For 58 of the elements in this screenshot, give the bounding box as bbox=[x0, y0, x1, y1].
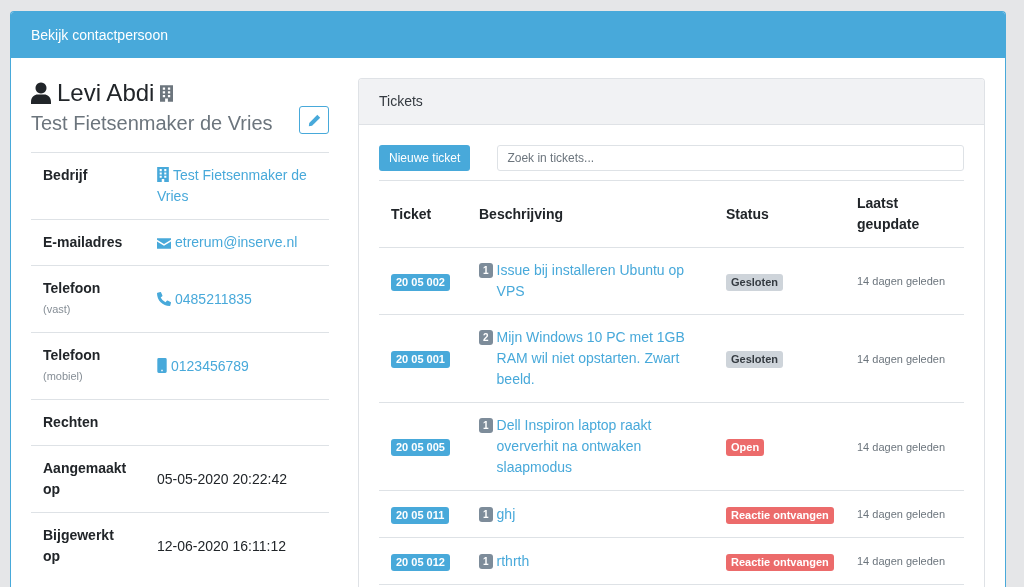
field-label: Telefoon bbox=[43, 279, 102, 298]
status-badge: Reactie ontvangen bbox=[726, 506, 834, 524]
reply-count-badge: 1 bbox=[479, 418, 493, 433]
column-header: Status bbox=[726, 205, 769, 222]
ticket-link[interactable]: Mijn Windows 10 PC met 1GB RAM wil niet opstarten. Zwart beeld. bbox=[496, 327, 698, 390]
panel-title: Bekijk contactpersoon bbox=[31, 25, 168, 45]
reply-count-badge: 1 bbox=[479, 263, 493, 278]
status-badge: Gesloten bbox=[726, 273, 784, 291]
column-header: Ticket bbox=[391, 205, 432, 222]
field-value: 12-06-2020 16:11:12 bbox=[157, 536, 286, 556]
tickets-title: Tickets bbox=[379, 92, 423, 111]
field-label: Bijgewerkt op bbox=[43, 526, 115, 566]
field-label: E-mailadres bbox=[43, 233, 124, 252]
field-value: 05-05-2020 20:22:42 bbox=[157, 469, 287, 489]
company-link[interactable]: Test Fietsenmaker de Vries bbox=[157, 165, 317, 207]
reply-count-badge: 1 bbox=[479, 506, 493, 522]
ticket-link[interactable]: ghj bbox=[496, 503, 516, 525]
reply-count-badge: 1 bbox=[479, 553, 493, 569]
ticket-number-badge: 20 05 011 bbox=[391, 506, 450, 524]
reply-count-badge: 2 bbox=[479, 330, 493, 345]
pencil-icon bbox=[307, 113, 321, 127]
field-label: Bedrijf bbox=[43, 166, 89, 185]
field-label: Aangemaakt op bbox=[43, 459, 128, 499]
ticket-number-badge: 20 05 012 bbox=[391, 553, 450, 571]
building-icon bbox=[160, 84, 174, 102]
building-icon bbox=[157, 167, 169, 182]
mobile-phone-icon bbox=[157, 357, 167, 373]
company-name: Test Fietsenmaker de Vries bbox=[31, 111, 274, 136]
edit-button[interactable] bbox=[299, 106, 329, 134]
phone-icon bbox=[157, 291, 171, 306]
ticket-link[interactable]: Issue bij installeren Ubuntu op VPS bbox=[496, 260, 698, 302]
field-sublabel: (mobiel) bbox=[43, 369, 84, 384]
user-icon bbox=[31, 82, 51, 104]
email-link[interactable]: etrerum@inserve.nl bbox=[157, 232, 298, 253]
field-label: Rechten bbox=[43, 413, 100, 432]
phone-link[interactable]: 0485211835 bbox=[157, 288, 252, 310]
phone-link[interactable]: 0123456789 bbox=[157, 355, 249, 377]
new-ticket-button[interactable]: Nieuwe ticket bbox=[379, 145, 471, 171]
updated-time: 14 dagen geleden bbox=[857, 352, 946, 365]
updated-time: 14 dagen geleden bbox=[857, 508, 946, 520]
updated-time: 14 dagen geleden bbox=[857, 555, 946, 567]
ticket-link[interactable]: rthrth bbox=[496, 550, 530, 572]
status-badge: Reactie ontvangen bbox=[726, 553, 834, 571]
ticket-link[interactable]: Dell Inspiron laptop raakt oververhit na ontwaken slaapmodus bbox=[496, 415, 698, 478]
ticket-number-badge: 20 05 001 bbox=[391, 351, 450, 368]
updated-time: 14 dagen geleden bbox=[857, 275, 946, 287]
status-badge: Open bbox=[726, 439, 765, 456]
search-field[interactable]: Zoek in tickets... bbox=[497, 145, 964, 171]
column-header: Beschrijving bbox=[479, 205, 564, 222]
contact-name: Levi Abdi bbox=[57, 78, 155, 108]
field-label: Telefoon bbox=[43, 346, 102, 365]
updated-time: 14 dagen geleden bbox=[857, 440, 946, 453]
envelope-icon bbox=[157, 238, 171, 249]
status-badge: Gesloten bbox=[726, 351, 784, 368]
ticket-number-badge: 20 05 002 bbox=[391, 273, 450, 291]
ticket-number-badge: 20 05 005 bbox=[391, 439, 450, 456]
column-header: Laatst geupdate bbox=[857, 195, 920, 232]
field-sublabel: (vast) bbox=[43, 302, 72, 317]
